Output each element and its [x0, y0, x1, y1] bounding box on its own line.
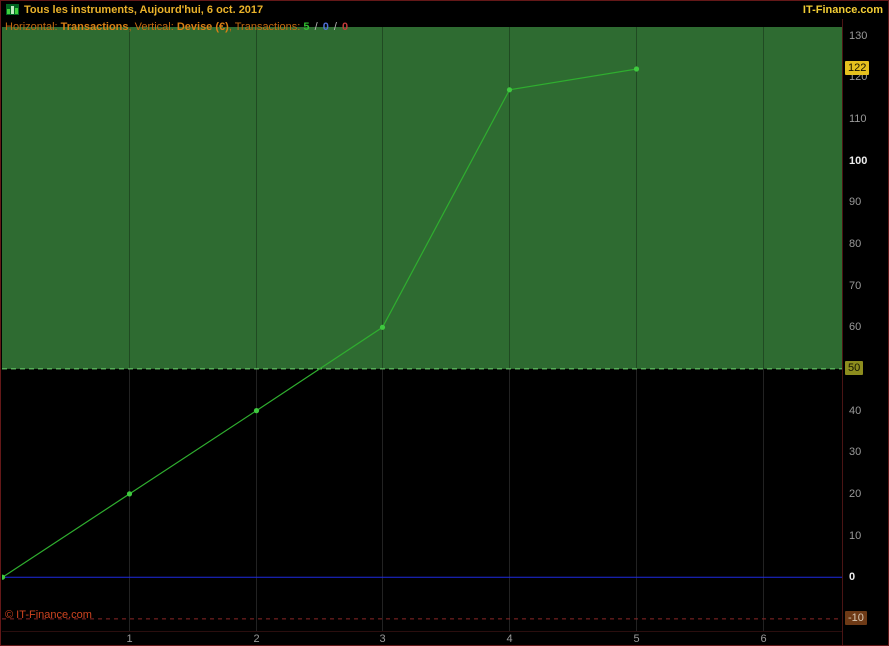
x-tick-label: 5: [633, 633, 640, 645]
last-price-badge: 122: [845, 61, 870, 75]
y-tick-label: 60: [849, 321, 862, 334]
y-tick-label: 130: [849, 29, 868, 42]
transactions-count-neutral: 0: [322, 21, 329, 33]
y-tick-label: 40: [849, 404, 862, 417]
y-tick-label: 0: [849, 571, 856, 584]
y-tick-label: -10: [845, 610, 867, 625]
y-tick-label: 20: [849, 487, 862, 500]
y-tick-label: 100: [849, 154, 868, 167]
y-tick-label: 90: [849, 196, 862, 209]
data-point[interactable]: [253, 408, 260, 414]
vertical-axis-label: Vertical:: [134, 21, 174, 33]
x-axis[interactable]: 1 2 3 4 5 6: [2, 631, 842, 645]
chart-title: Tous les instruments, Aujourd'hui, 6 oct…: [24, 4, 264, 16]
axis-info-bar: Horizontal: Transactions, Vertical: Devi…: [5, 21, 348, 33]
y-tick-label: 50: [845, 360, 864, 375]
y-tick-label: 70: [849, 279, 862, 292]
x-tick-label: 3: [379, 633, 386, 645]
copyright-watermark: © IT-Finance.com: [5, 609, 92, 621]
y-tick-label: 80: [849, 238, 862, 250]
transactions-count-label: Transactions:: [234, 21, 301, 33]
x-tick-label: 1: [126, 633, 133, 645]
plot-area[interactable]: [2, 19, 842, 631]
horizontal-axis-label: Horizontal:: [5, 21, 58, 33]
vertical-axis-value: Devise (€): [176, 21, 229, 33]
data-point[interactable]: [379, 324, 386, 330]
data-point[interactable]: [633, 66, 640, 72]
instrument-chart-icon: [6, 4, 19, 15]
horizontal-axis-value: Transactions: [60, 21, 129, 33]
brand-label: IT-Finance.com: [802, 4, 883, 16]
transactions-count-down: 0: [342, 21, 349, 33]
comma: ,: [128, 21, 132, 33]
green-zone: [2, 27, 842, 369]
x-tick-label: 2: [253, 633, 260, 645]
data-point[interactable]: [126, 491, 133, 497]
transactions-count-up: 5: [303, 21, 310, 33]
chart-window: Tous les instruments, Aujourd'hui, 6 oct…: [0, 0, 889, 646]
data-point[interactable]: [506, 87, 513, 93]
y-tick-label: 110: [849, 113, 867, 125]
y-tick-label: 30: [849, 446, 862, 459]
count-separator: /: [333, 21, 337, 33]
x-tick-label: 4: [506, 633, 513, 645]
y-tick-label: 10: [849, 529, 862, 542]
title-bar: Tous les instruments, Aujourd'hui, 6 oct…: [1, 1, 888, 19]
comma: ,: [228, 21, 232, 33]
x-tick-label: 6: [760, 633, 767, 645]
count-separator: /: [314, 21, 318, 33]
y-axis[interactable]: -10 0 10 20 30 40 50 60 70 80 90 100 110 120 130 122: [842, 19, 888, 645]
